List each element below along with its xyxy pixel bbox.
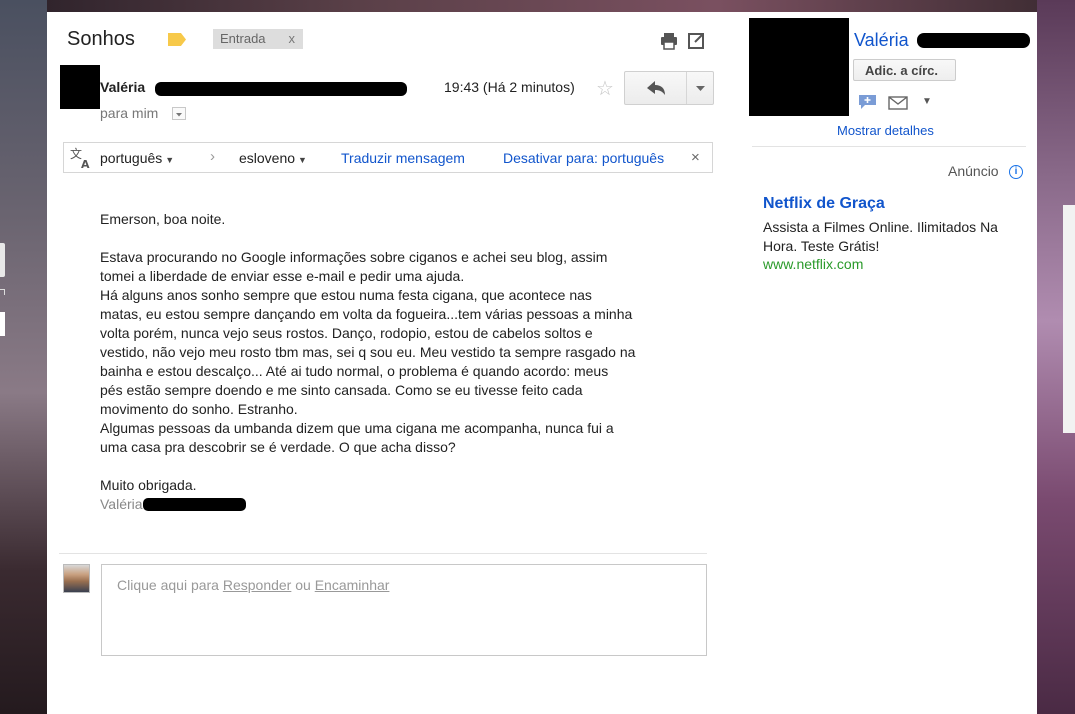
redaction bbox=[917, 33, 1030, 48]
email-view: Sonhos Entrada x Valéria 19:43 (Há 2 min… bbox=[47, 12, 1037, 714]
more-actions-dropdown[interactable] bbox=[686, 72, 713, 104]
translate-message-link[interactable]: Traduzir mensagem bbox=[341, 150, 465, 166]
reply-button-group bbox=[624, 71, 714, 105]
reply-link[interactable]: Responder bbox=[223, 577, 292, 593]
signature-name: Valéria bbox=[100, 496, 143, 512]
reply-arrow-icon bbox=[647, 81, 665, 95]
message-line: matas, eu estou sempre dançando em volta… bbox=[100, 306, 633, 322]
redaction bbox=[155, 82, 407, 96]
greeting: Emerson, boa noite. bbox=[100, 211, 226, 227]
message-line: vestido, não vejo meu rosto tbm mas, sei… bbox=[100, 344, 636, 360]
remove-label-button[interactable]: x bbox=[289, 31, 296, 46]
forward-link[interactable]: Encaminhar bbox=[315, 577, 390, 593]
desktop-background-left bbox=[0, 0, 47, 714]
translate-icon: 文 A bbox=[70, 146, 90, 170]
closing: Muito obrigada. bbox=[100, 477, 197, 493]
translate-bar: 文 A português ▼ › esloveno ▼ Traduzir mens… bbox=[63, 142, 713, 173]
email-time: 19:43 (Há 2 minutos) bbox=[444, 79, 575, 95]
redaction bbox=[142, 498, 246, 511]
mail-icon[interactable] bbox=[888, 96, 908, 110]
message-line: Algumas pessoas da umbanda dizem que uma… bbox=[100, 420, 614, 436]
ad-url[interactable]: www.netflix.com bbox=[763, 256, 863, 272]
contact-photo[interactable] bbox=[749, 18, 849, 116]
message-line: uma casa pra descobrir se é verdade. O q… bbox=[100, 439, 456, 455]
sender-name[interactable]: Valéria bbox=[100, 79, 145, 95]
chevron-down-icon bbox=[176, 113, 182, 117]
message-paragraph: Estava procurando no Google informações … bbox=[100, 248, 710, 457]
svg-text:A: A bbox=[81, 158, 90, 170]
background-widget bbox=[0, 289, 5, 295]
print-icon[interactable] bbox=[659, 32, 679, 50]
background-widget bbox=[0, 243, 5, 277]
new-window-icon[interactable] bbox=[687, 32, 707, 50]
more-options-dropdown[interactable]: ▼ bbox=[922, 96, 932, 107]
email-subject: Sonhos bbox=[67, 28, 135, 50]
quick-reply-box[interactable]: Clique aqui para Responder ou Encaminhar bbox=[101, 564, 707, 656]
show-details-link[interactable]: Mostrar detalhes bbox=[837, 123, 934, 138]
divider bbox=[59, 553, 707, 554]
chat-icon[interactable] bbox=[858, 94, 877, 110]
desktop-background-top bbox=[0, 0, 1075, 12]
disable-translation-link[interactable]: Desativar para: português bbox=[503, 150, 664, 166]
caret-down-icon: ▼ bbox=[165, 155, 175, 165]
my-avatar bbox=[63, 564, 90, 593]
ad-label: Anúncio bbox=[948, 163, 999, 179]
message-line: pés estão sempre doendo e me sinto cansa… bbox=[100, 382, 583, 398]
ad-text: Assista a Filmes Online. Ilimitados Na H… bbox=[763, 219, 998, 254]
inbox-label-text: Entrada bbox=[220, 31, 266, 46]
message-line: bainha e estou descalço... Até ai tudo n… bbox=[100, 363, 609, 379]
target-language-label: esloveno bbox=[239, 150, 296, 166]
recipient-summary: para mim bbox=[100, 105, 159, 121]
divider bbox=[752, 146, 1026, 147]
message-body: Emerson, boa noite. Estava procurando no… bbox=[100, 210, 710, 514]
ad-title-link[interactable]: Netflix de Graça bbox=[763, 195, 885, 213]
reply-prompt-text: Clique aqui para bbox=[117, 577, 223, 593]
inbox-label-chip[interactable]: Entrada x bbox=[213, 29, 303, 49]
reply-or-text: ou bbox=[291, 577, 315, 593]
chevron-down-icon bbox=[696, 86, 705, 91]
info-icon[interactable]: i bbox=[1009, 165, 1023, 179]
add-to-circles-button[interactable]: Adic. a círc. bbox=[853, 59, 956, 81]
message-line: tomei a liberdade de enviar esse e-mail … bbox=[100, 268, 465, 284]
closing-block: Muito obrigada. Valéria bbox=[100, 476, 710, 514]
message-line: movimento do sonho. Estranho. bbox=[100, 401, 298, 417]
chevron-right-icon: › bbox=[210, 148, 215, 165]
reply-prompt: Clique aqui para Responder ou Encaminhar bbox=[117, 577, 389, 593]
star-icon[interactable]: ☆ bbox=[596, 76, 614, 101]
background-widget bbox=[0, 312, 5, 336]
close-translate-bar-button[interactable]: × bbox=[691, 149, 700, 166]
source-language-label: português bbox=[100, 150, 163, 166]
sender-avatar[interactable] bbox=[60, 65, 100, 109]
signature: Valéria bbox=[100, 495, 710, 514]
contact-name[interactable]: Valéria bbox=[854, 30, 909, 51]
label-tag-icon[interactable] bbox=[168, 33, 186, 46]
source-language-select[interactable]: português ▼ bbox=[100, 150, 174, 166]
message-line: volta porém, nunca vejo seus rostos. Dan… bbox=[100, 325, 593, 341]
reply-button[interactable] bbox=[625, 72, 686, 104]
message-line: Há alguns anos sonho sempre que estou nu… bbox=[100, 287, 592, 303]
message-line: Estava procurando no Google informações … bbox=[100, 249, 608, 265]
recipient-details-dropdown[interactable] bbox=[172, 107, 186, 120]
background-window-edge bbox=[1063, 205, 1075, 433]
caret-down-icon: ▼ bbox=[298, 155, 307, 165]
target-language-select[interactable]: esloveno ▼ bbox=[239, 150, 307, 166]
